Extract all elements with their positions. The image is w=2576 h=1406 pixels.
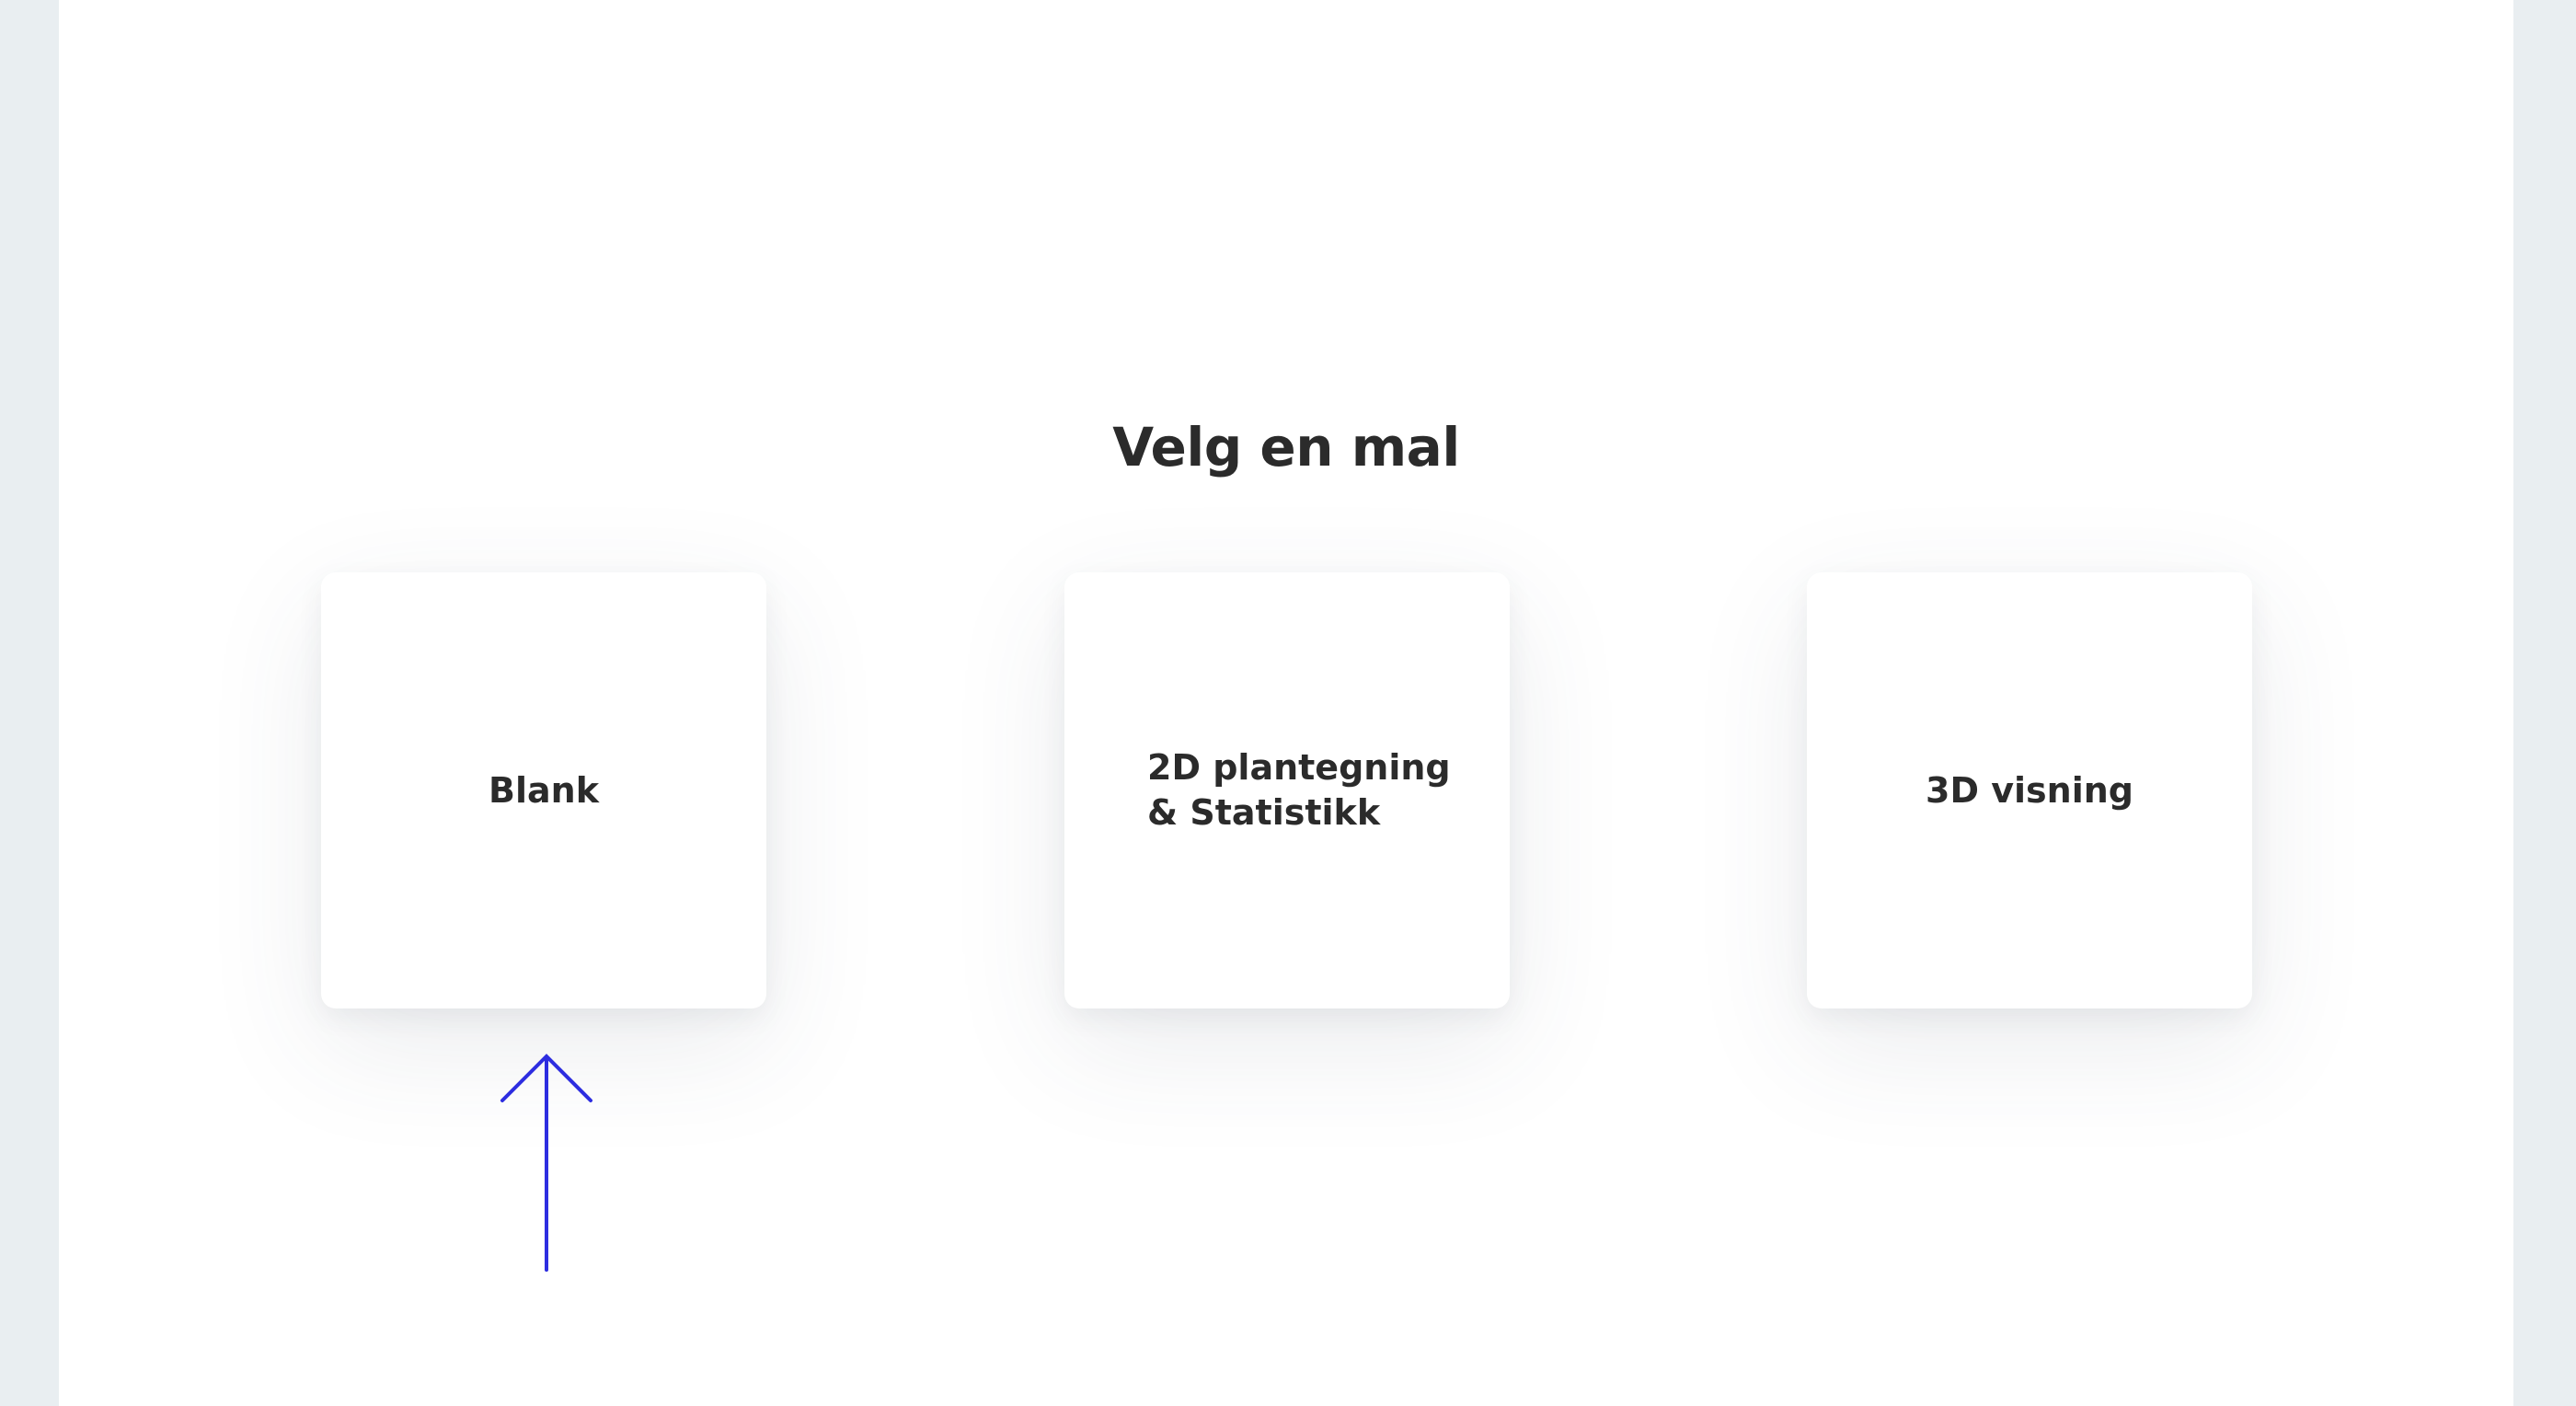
template-card-blank[interactable]: Blank [321,572,766,1008]
template-card-2d-floorplan-statistics[interactable]: 2D plantegning & Statistikk [1064,572,1510,1008]
template-card-3d-view[interactable]: 3D visning [1807,572,2252,1008]
template-card-label: Blank [489,769,599,811]
main-panel: Velg en mal Blank 2D plantegning & Stati… [59,0,2513,1406]
template-card-label: 2D plantegning & Statistikk [1147,747,1451,833]
page-title: Velg en mal [1112,416,1460,478]
template-card-label: 3D visning [1926,769,2133,811]
arrow-up-icon [500,1054,592,1272]
